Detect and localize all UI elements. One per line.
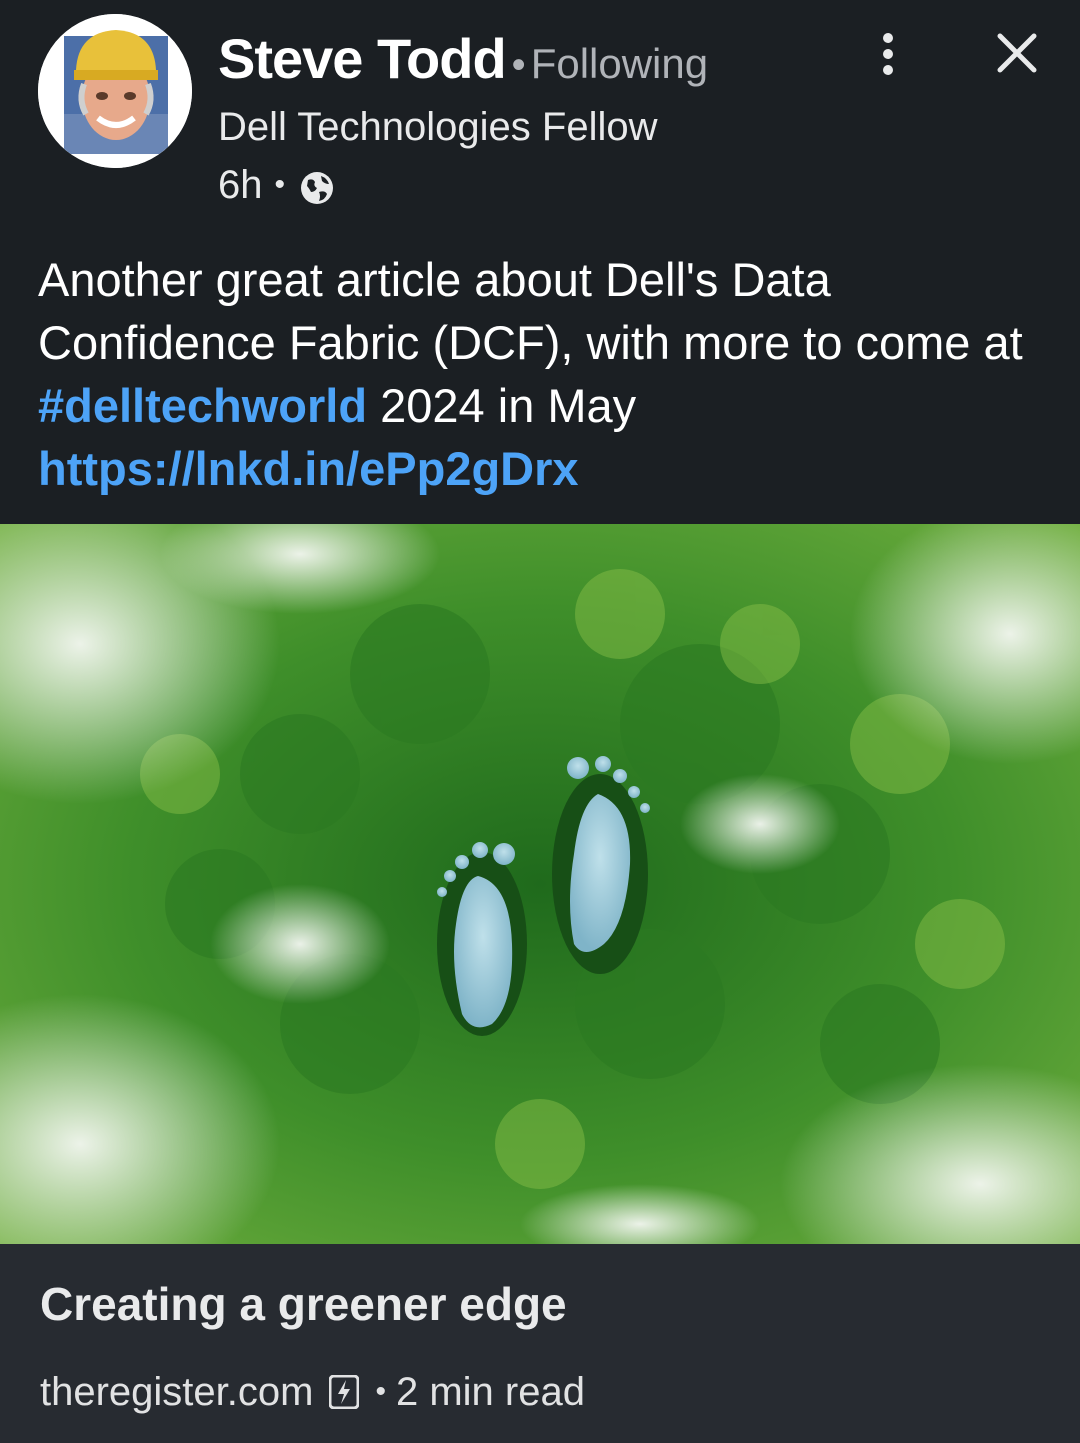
post-header: Steve Todd • Following Dell Technologies F… xyxy=(0,0,1080,230)
author-line: Steve Todd • Following xyxy=(218,26,708,98)
post-time: 6h xyxy=(218,163,263,207)
article-title[interactable]: Creating a greener edge xyxy=(40,1274,567,1334)
forest-footprints-image xyxy=(0,524,1080,1244)
amp-lightning-icon xyxy=(329,1375,360,1409)
read-time: 2 min read xyxy=(395,1370,585,1414)
close-icon xyxy=(997,33,1037,73)
author-headline: Dell Technologies Fellow xyxy=(218,105,658,149)
post-text-part2: 2024 in May xyxy=(367,379,637,432)
globe-icon xyxy=(301,172,334,204)
follow-status: Following xyxy=(530,40,709,87)
close-button[interactable] xyxy=(990,28,1044,82)
post-text-part1: Another great article about Dell's Data … xyxy=(38,253,1023,369)
article-meta: theregister.com • 2 min read xyxy=(40,1364,585,1420)
author-avatar[interactable] xyxy=(38,14,192,168)
article-image[interactable] xyxy=(0,524,1080,1244)
separator-dot: • xyxy=(511,43,526,87)
more-vertical-icon xyxy=(883,33,893,75)
article-card-footer[interactable]: Creating a greener edge theregister.com … xyxy=(0,1244,1080,1443)
post-meta: 6h • xyxy=(218,160,335,210)
post-body: Another great article about Dell's Data … xyxy=(38,248,1048,500)
separator-dot: • xyxy=(375,1375,386,1408)
hashtag-link[interactable]: #delltechworld xyxy=(38,379,367,432)
post-url-link[interactable]: https://lnkd.in/ePp2gDrx xyxy=(38,437,1048,500)
article-source: theregister.com xyxy=(40,1370,314,1414)
author-name[interactable]: Steve Todd xyxy=(218,27,507,90)
more-options-button[interactable] xyxy=(866,28,910,84)
separator-dot: • xyxy=(274,168,286,201)
avatar-photo-icon xyxy=(38,14,192,168)
